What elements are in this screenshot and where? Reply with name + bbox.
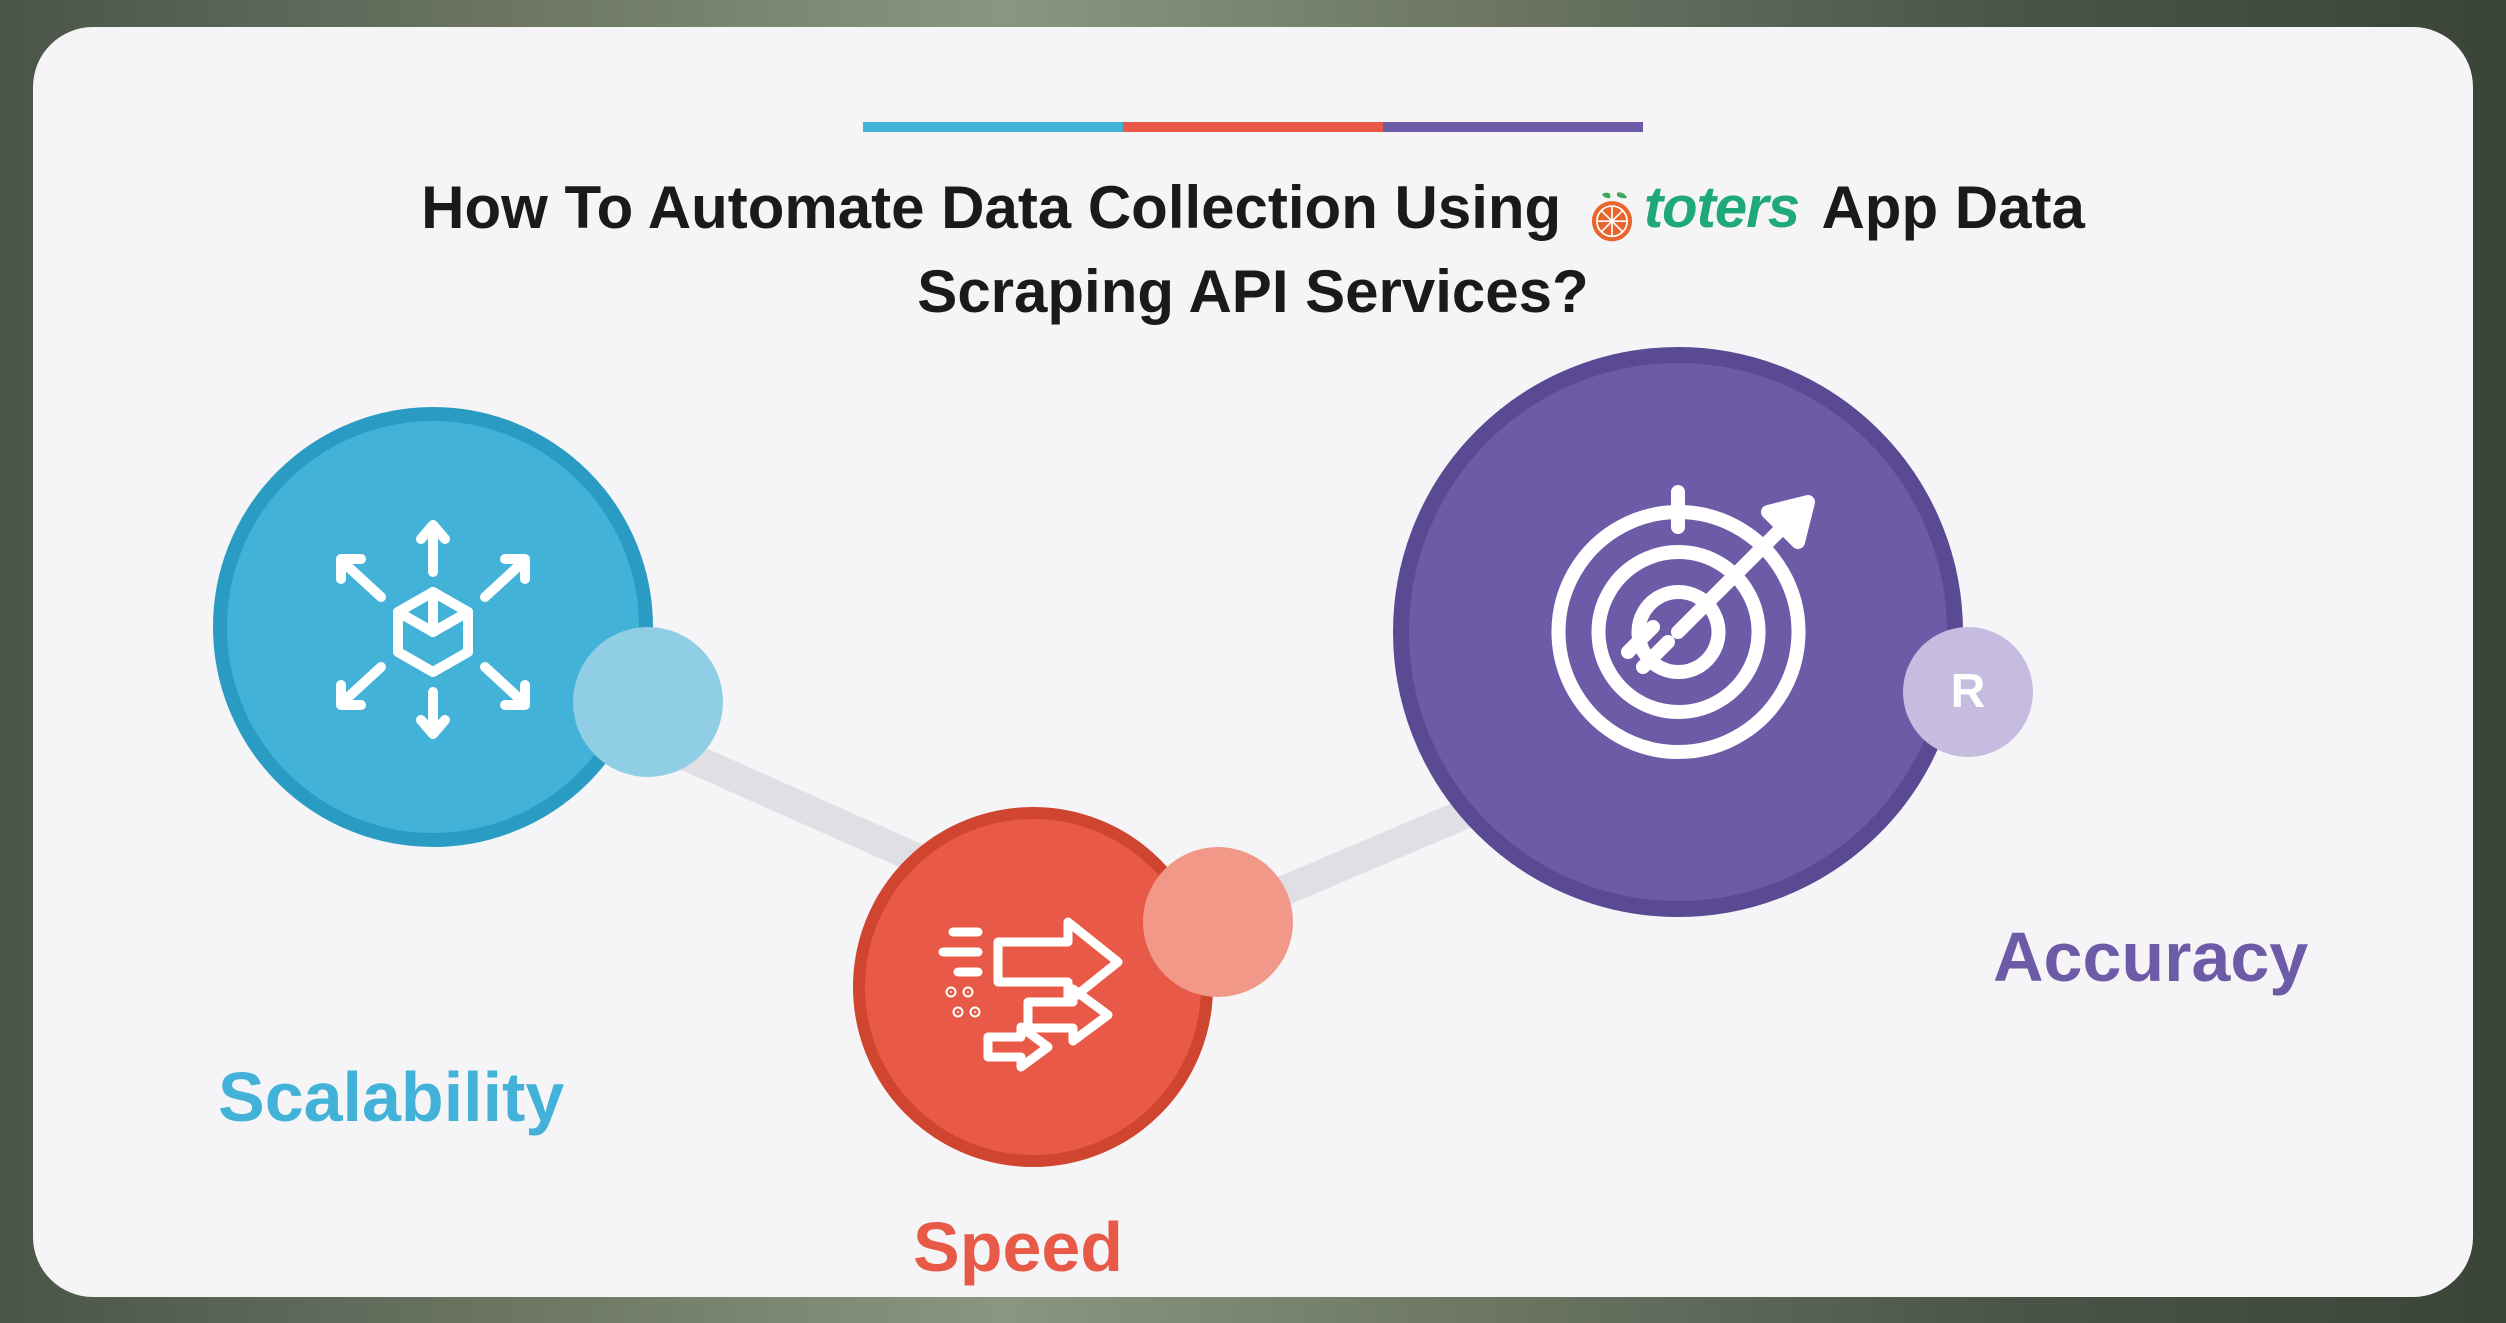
- accuracy-icon: [1513, 467, 1843, 797]
- scalability-icon: [303, 497, 563, 757]
- diagram-title: How To Automate Data Collection Using to…: [253, 167, 2253, 332]
- title-line-1: How To Automate Data Collection Using to…: [253, 167, 2253, 251]
- divider-segment-purple: [1383, 122, 1643, 132]
- feature-circle-accuracy: [1393, 347, 1963, 917]
- title-text-pre: How To Automate Data Collection Using: [421, 174, 1561, 241]
- feature-circle-speed: [853, 807, 1213, 1167]
- brand-logo: toters: [1586, 169, 1799, 247]
- accuracy-badge-letter: R: [1951, 664, 1986, 719]
- diagram-card: How To Automate Data Collection Using to…: [33, 27, 2473, 1297]
- divider-segment-blue: [863, 122, 1123, 132]
- feature-label-accuracy: Accuracy: [1993, 917, 2308, 997]
- speed-icon: [923, 897, 1143, 1077]
- orange-fruit-icon: [1586, 182, 1638, 234]
- title-line-2: Scraping API Services?: [253, 251, 2253, 332]
- node-dot-speed: [1143, 847, 1293, 997]
- node-dot-accuracy: R: [1903, 627, 2033, 757]
- node-dot-scalability: [573, 627, 723, 777]
- brand-name: toters: [1644, 169, 1799, 247]
- feature-label-scalability: Scalability: [218, 1057, 564, 1137]
- feature-label-speed: Speed: [913, 1207, 1123, 1287]
- title-text-post: App Data: [1821, 174, 2084, 241]
- feature-circle-scalability: [213, 407, 653, 847]
- tricolor-divider: [863, 122, 1643, 132]
- divider-segment-red: [1123, 122, 1383, 132]
